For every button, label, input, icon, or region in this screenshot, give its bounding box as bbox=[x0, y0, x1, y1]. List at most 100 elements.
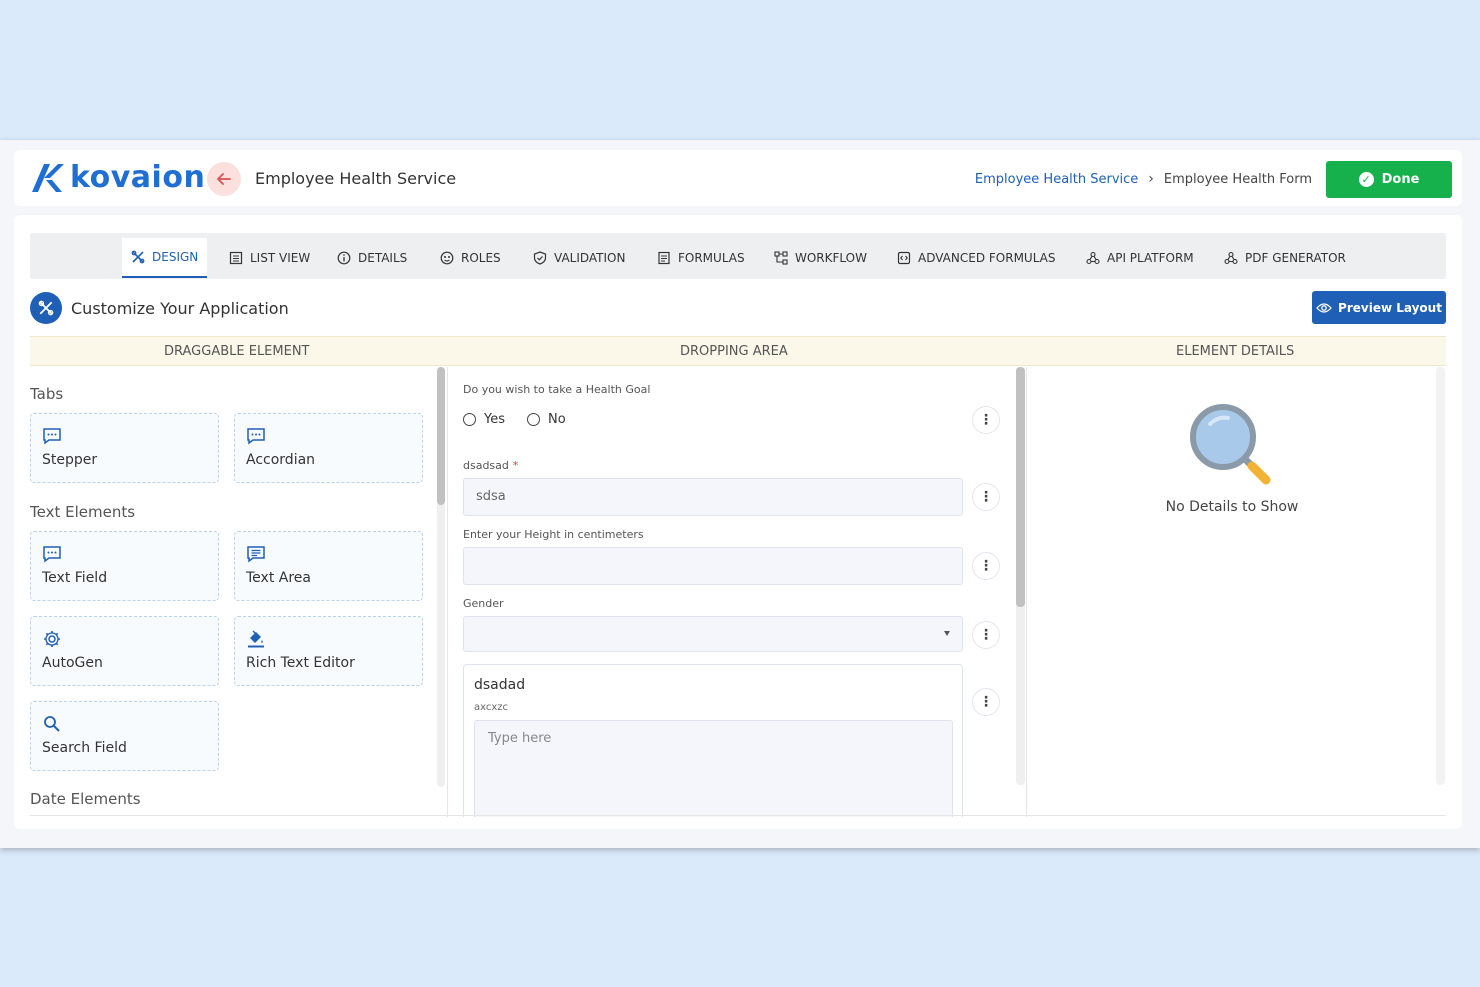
preview-label: Preview Layout bbox=[1338, 300, 1442, 315]
dsadsad-label-text: dsadsad bbox=[463, 459, 509, 472]
drag-item-search-field[interactable]: Search Field bbox=[30, 701, 219, 771]
height-input[interactable] bbox=[463, 547, 963, 585]
top-header: kovaion Employee Health Service Employee… bbox=[14, 150, 1462, 206]
tab-api-platform[interactable]: API PLATFORM bbox=[1077, 238, 1203, 278]
tab-label: DETAILS bbox=[358, 251, 408, 265]
main-panel: DESIGN LIST VIEW DETAILS ROLES VALIDATIO… bbox=[14, 215, 1462, 829]
textarea-title: dsadad bbox=[474, 677, 526, 693]
gender-select[interactable] bbox=[463, 616, 963, 652]
drag-item-label: Accordian bbox=[246, 452, 316, 468]
preview-layout-button[interactable]: Preview Layout bbox=[1312, 291, 1446, 324]
textarea-input[interactable]: Type here bbox=[474, 720, 953, 817]
scrollbar-thumb[interactable] bbox=[437, 367, 445, 505]
column-headers: DRAGGABLE ELEMENT DROPPING AREA ELEMENT … bbox=[30, 336, 1446, 366]
tab-bar: DESIGN LIST VIEW DETAILS ROLES VALIDATIO… bbox=[30, 233, 1446, 279]
health-goal-label: Do you wish to take a Health Goal bbox=[463, 383, 651, 396]
tab-label: FORMULAS bbox=[678, 251, 745, 265]
chat-icon bbox=[43, 428, 61, 445]
drag-item-rich-text-editor[interactable]: Rich Text Editor bbox=[234, 616, 423, 686]
customize-title: Customize Your Application bbox=[71, 298, 289, 318]
drag-item-label: Stepper bbox=[42, 452, 98, 468]
more-options-icon[interactable]: ⋮ bbox=[972, 688, 1000, 716]
dsadsad-label: dsadsad * bbox=[463, 459, 518, 472]
radio-no[interactable] bbox=[527, 413, 540, 426]
tab-list-view[interactable]: LIST VIEW bbox=[220, 238, 319, 278]
done-button[interactable]: ✓ Done bbox=[1326, 161, 1452, 198]
tab-roles[interactable]: ROLES bbox=[431, 238, 510, 278]
document-icon bbox=[658, 251, 670, 265]
drag-item-accordian[interactable]: Accordian bbox=[234, 413, 423, 483]
dsadsad-input[interactable]: sdsa bbox=[463, 478, 963, 516]
app-title: Employee Health Service bbox=[255, 169, 457, 188]
text-area-element: dsadad axcxzc Type here bbox=[463, 664, 963, 817]
breadcrumb-link[interactable]: Employee Health Service bbox=[975, 172, 1138, 187]
tab-label: ROLES bbox=[461, 251, 501, 265]
drag-item-text-area[interactable]: Text Area bbox=[234, 531, 423, 601]
webhook-icon bbox=[1224, 251, 1238, 265]
chat-icon bbox=[247, 428, 265, 445]
tab-label: LIST VIEW bbox=[250, 251, 311, 265]
gear-icon bbox=[44, 631, 60, 647]
done-label: Done bbox=[1381, 172, 1420, 187]
drag-item-stepper[interactable]: Stepper bbox=[30, 413, 219, 483]
middle-scrollbar[interactable] bbox=[1016, 367, 1025, 785]
section-date-elements: Date Elements bbox=[30, 790, 141, 808]
customize-header: Customize Your Application bbox=[30, 292, 289, 324]
textarea-subtitle: axcxzc bbox=[474, 702, 509, 713]
section-text-elements: Text Elements bbox=[30, 503, 136, 521]
drag-item-autogen[interactable]: AutoGen bbox=[30, 616, 219, 686]
divider bbox=[1026, 367, 1027, 817]
design-icon bbox=[131, 250, 145, 264]
tab-formulas[interactable]: FORMULAS bbox=[648, 238, 754, 278]
column-header-dropping: DROPPING AREA bbox=[680, 344, 788, 359]
drag-item-label: Text Field bbox=[42, 570, 108, 586]
breadcrumb: Employee Health Service › Employee Healt… bbox=[975, 171, 1312, 187]
caret-down-icon bbox=[944, 631, 950, 636]
drag-item-label: Search Field bbox=[42, 740, 127, 756]
column-header-details: ELEMENT DETAILS bbox=[1176, 344, 1295, 359]
dropping-area: Do you wish to take a Health Goal Yes No… bbox=[462, 367, 1022, 817]
more-options-icon[interactable]: ⋮ bbox=[972, 483, 1000, 511]
paint-bucket-icon bbox=[248, 630, 264, 648]
magnifier-icon bbox=[1190, 404, 1271, 485]
more-options-icon[interactable]: ⋮ bbox=[972, 406, 1000, 434]
health-goal-radio-group: Yes No bbox=[463, 412, 566, 427]
tab-label: ADVANCED FORMULAS bbox=[918, 251, 1056, 265]
radio-no-label: No bbox=[548, 412, 566, 427]
back-button[interactable] bbox=[207, 162, 241, 196]
tab-label: WORKFLOW bbox=[795, 251, 867, 265]
check-circle-icon: ✓ bbox=[1358, 172, 1374, 187]
tab-advanced-formulas[interactable]: ADVANCED FORMULAS bbox=[888, 238, 1065, 278]
height-label: Enter your Height in centimeters bbox=[463, 528, 644, 541]
arrow-left-icon bbox=[216, 173, 231, 185]
brand-name: kovaion bbox=[70, 160, 206, 195]
left-scrollbar[interactable] bbox=[437, 367, 445, 787]
drag-item-text-field[interactable]: Text Field bbox=[30, 531, 219, 601]
more-options-icon[interactable]: ⋮ bbox=[972, 552, 1000, 580]
tab-label: PDF GENERATOR bbox=[1245, 251, 1346, 265]
breadcrumb-current: Employee Health Form bbox=[1163, 171, 1312, 187]
tab-validation[interactable]: VALIDATION bbox=[524, 238, 634, 278]
drag-item-label: Text Area bbox=[246, 570, 311, 586]
tab-details[interactable]: DETAILS bbox=[328, 238, 416, 278]
tab-label: DESIGN bbox=[152, 250, 199, 264]
webhook-icon bbox=[1086, 251, 1100, 265]
tab-workflow[interactable]: WORKFLOW bbox=[765, 238, 876, 278]
radio-yes[interactable] bbox=[463, 413, 476, 426]
design-icon bbox=[30, 292, 62, 324]
workflow-icon bbox=[774, 251, 788, 265]
brand-logo[interactable]: kovaion bbox=[30, 162, 205, 194]
chat-icon bbox=[43, 546, 61, 563]
chevron-right-icon: › bbox=[1148, 171, 1154, 187]
tab-design[interactable]: DESIGN bbox=[122, 238, 208, 278]
section-tabs: Tabs bbox=[30, 385, 64, 403]
app-window: kovaion Employee Health Service Employee… bbox=[0, 140, 1480, 848]
right-scrollbar[interactable] bbox=[1436, 367, 1445, 785]
divider bbox=[447, 367, 448, 817]
tab-pdf-generator[interactable]: PDF GENERATOR bbox=[1215, 238, 1355, 278]
drag-item-label: AutoGen bbox=[42, 655, 103, 671]
eye-icon bbox=[1316, 302, 1332, 313]
more-options-icon[interactable]: ⋮ bbox=[972, 621, 1000, 649]
scrollbar-thumb[interactable] bbox=[1016, 367, 1025, 607]
gender-label: Gender bbox=[463, 597, 504, 610]
